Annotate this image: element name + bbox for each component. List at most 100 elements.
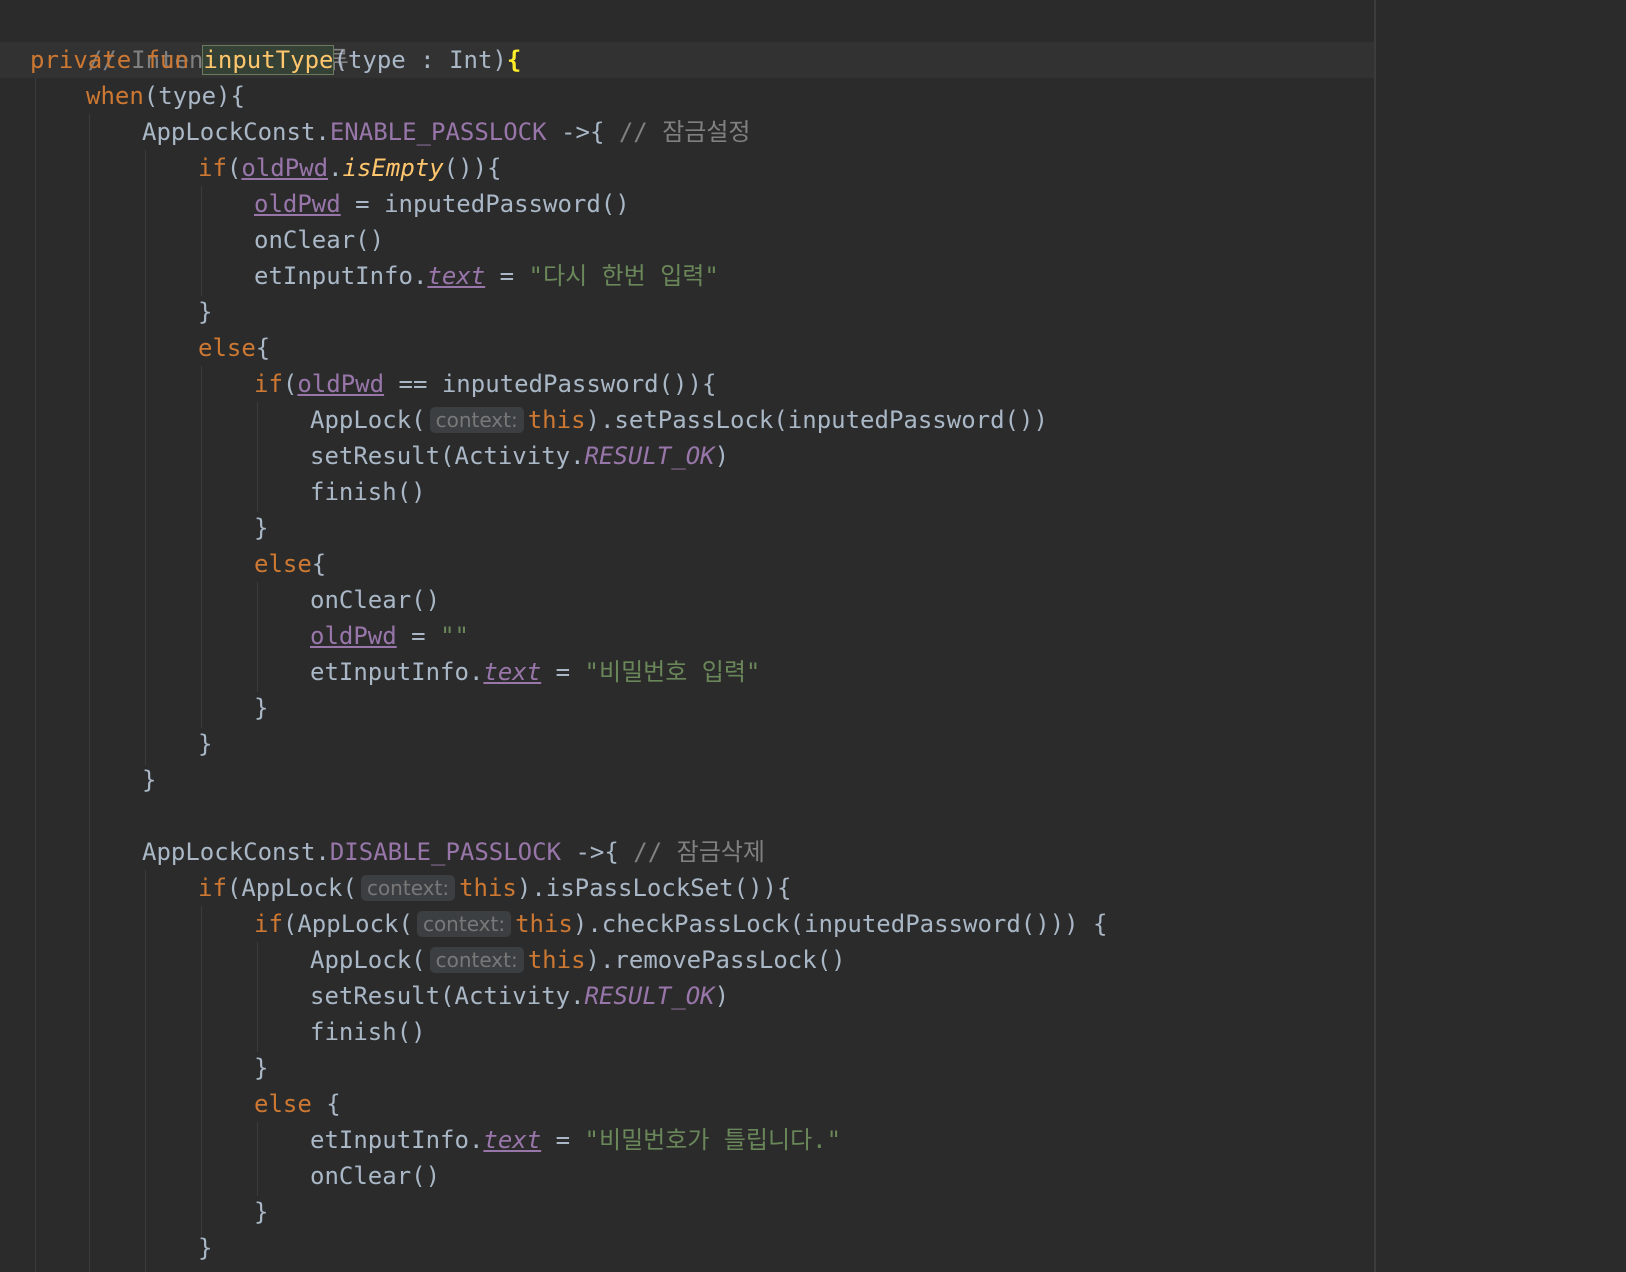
code-line: private fun inputType(type : Int){ xyxy=(30,42,521,78)
indent-guide xyxy=(257,942,258,1052)
code-line: AppLock(context: this).removePassLock() xyxy=(310,942,846,978)
code-text: = xyxy=(541,658,585,686)
matched-brace: { xyxy=(506,46,522,74)
string-literal: "비밀번호가 틀립니다." xyxy=(584,1126,842,1154)
string-literal: "비밀번호 입력" xyxy=(584,658,761,686)
code-line: if(AppLock(context: this).checkPassLock(i… xyxy=(254,906,1108,942)
code-line: when(type){ xyxy=(86,78,245,114)
code-text: finish() xyxy=(310,478,426,506)
constant: RESULT_OK xyxy=(584,982,715,1010)
code-text: ).checkPassLock(inputedPassword())) { xyxy=(572,910,1108,938)
code-text: AppLock( xyxy=(241,874,357,902)
keyword: if xyxy=(254,370,283,398)
code-line: etInputInfo.text = "비밀번호가 틀립니다." xyxy=(310,1122,841,1158)
function-name[interactable]: inputType xyxy=(202,45,335,75)
code-text: onClear() xyxy=(310,586,441,614)
indent-guide xyxy=(35,78,36,1272)
code-line: if(oldPwd.isEmpty()){ xyxy=(198,150,501,186)
code-line: etInputInfo.text = "다시 한번 입력" xyxy=(254,258,719,294)
keyword: this xyxy=(527,406,586,434)
code-line: if(AppLock(context: this).isPassLockSet()… xyxy=(198,870,791,906)
code-line: else { xyxy=(254,1086,341,1122)
indent-guide xyxy=(201,186,202,296)
code-text: ( xyxy=(282,910,298,938)
code-text: } xyxy=(198,1234,213,1262)
code-text: } xyxy=(254,1054,269,1082)
code-text: ( xyxy=(282,370,298,398)
code-text: ->{ xyxy=(546,118,619,146)
keyword: private xyxy=(30,46,132,74)
code-text: AppLock( xyxy=(297,910,413,938)
indent-guide xyxy=(89,114,90,1272)
code-line: } xyxy=(254,1050,268,1086)
code-line: oldPwd = inputedPassword() xyxy=(254,186,630,222)
code-text: ) xyxy=(714,982,730,1010)
code-line: etInputInfo.text = "비밀번호 입력" xyxy=(310,654,760,690)
variable: oldPwd xyxy=(241,154,329,182)
code-text: { xyxy=(311,1090,341,1118)
parameter-hint: context: xyxy=(360,875,456,901)
code-text: ()){ xyxy=(443,154,502,182)
code-text: ->{ xyxy=(561,838,634,866)
indent-guide xyxy=(145,870,146,1272)
code-text: } xyxy=(254,514,269,542)
code-text: AppLockConst. xyxy=(142,838,330,866)
code-text: ) xyxy=(714,442,730,470)
variable: oldPwd xyxy=(254,190,341,218)
code-text: AppLock( xyxy=(310,946,426,974)
code-text: finish() xyxy=(310,1018,426,1046)
keyword: else xyxy=(254,1090,312,1118)
code-text: inputedPassword() xyxy=(384,190,630,218)
indent-guide xyxy=(145,150,146,765)
code-line: // Intent Type 분류 xyxy=(30,6,349,74)
keyword: this xyxy=(459,874,517,902)
code-text: = xyxy=(340,190,385,218)
code-text: setResult(Activity. xyxy=(310,442,585,470)
keyword: this xyxy=(527,946,586,974)
code-line: } xyxy=(254,690,268,726)
code-line: onClear() xyxy=(310,582,440,618)
constant: ENABLE_PASSLOCK xyxy=(329,118,547,146)
code-line: AppLockConst.ENABLE_PASSLOCK ->{ // 잠금설정 xyxy=(142,114,751,150)
code-line: finish() xyxy=(310,1014,426,1050)
code-line: } xyxy=(142,762,156,798)
constant: RESULT_OK xyxy=(584,442,715,470)
code-text: = xyxy=(541,1126,585,1154)
string-literal: "다시 한번 입력" xyxy=(528,262,719,290)
code-line: finish() xyxy=(310,474,426,510)
code-text: { xyxy=(311,550,327,578)
code-text: ).removePassLock() xyxy=(585,946,846,974)
code-line: setResult(Activity.RESULT_OK) xyxy=(310,438,729,474)
code-text: } xyxy=(142,766,157,794)
indent-guide xyxy=(201,906,202,1236)
function-call: isEmpty xyxy=(342,154,444,182)
code-text: onClear() xyxy=(254,226,385,254)
code-text: ( xyxy=(226,154,242,182)
property: text xyxy=(483,658,542,686)
code-text: = xyxy=(485,262,529,290)
indent-guide xyxy=(257,582,258,692)
keyword: else xyxy=(198,334,256,362)
keyword: this xyxy=(515,910,573,938)
keyword: when xyxy=(86,82,144,110)
code-line: setResult(Activity.RESULT_OK) xyxy=(310,978,729,1014)
code-text: ).isPassLockSet()){ xyxy=(516,874,792,902)
code-text: etInputInfo. xyxy=(310,1126,484,1154)
variable: oldPwd xyxy=(310,622,397,650)
keyword: if xyxy=(198,154,227,182)
code-line: else{ xyxy=(198,330,270,366)
code-text: onClear() xyxy=(310,1162,441,1190)
code-text: etInputInfo. xyxy=(310,658,484,686)
code-editor[interactable]: // Intent Type 분류 private fun inputType(… xyxy=(0,0,1626,1272)
right-margin-guide xyxy=(1374,0,1376,1272)
code-text: setResult(Activity. xyxy=(310,982,585,1010)
keyword: else xyxy=(254,550,312,578)
code-line: onClear() xyxy=(310,1158,440,1194)
property: text xyxy=(483,1126,542,1154)
code-text: (type){ xyxy=(143,82,245,110)
code-line: if(oldPwd == inputedPassword()){ xyxy=(254,366,716,402)
code-text: AppLockConst. xyxy=(142,118,330,146)
code-line: } xyxy=(198,294,212,330)
code-text: } xyxy=(254,1198,269,1226)
code-line: } xyxy=(198,1230,212,1266)
